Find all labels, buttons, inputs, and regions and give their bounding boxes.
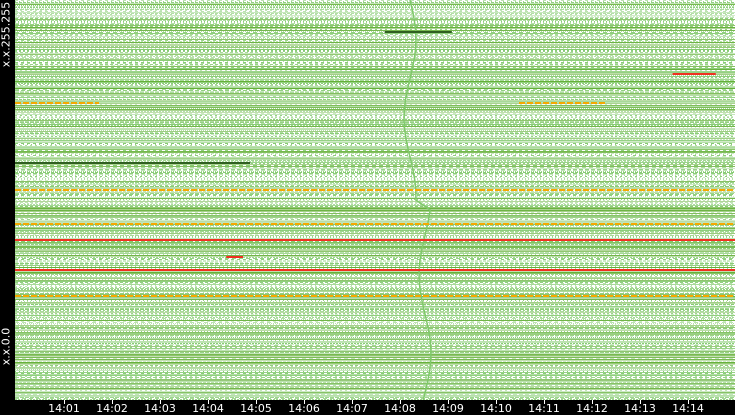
x-tick-label: 14:03 xyxy=(144,402,176,415)
x-tick-label: 14:08 xyxy=(384,402,416,415)
x-tick-label: 14:10 xyxy=(480,402,512,415)
x-tick-label: 14:14 xyxy=(672,402,704,415)
plot-area xyxy=(15,0,735,400)
y-label-top: x.x.255.255 xyxy=(0,1,13,68)
traffic-chart: x.x.255.255 x.x.0.0 14:01 14:02 14:03 14:04… xyxy=(0,0,735,415)
x-tick-label: 14:12 xyxy=(576,402,608,415)
x-tick-label: 14:05 xyxy=(240,402,272,415)
x-tick-label: 14:13 xyxy=(624,402,656,415)
y-label-bottom: x.x.0.0 xyxy=(0,327,13,366)
x-tick-label: 14:09 xyxy=(432,402,464,415)
x-tick-label: 14:04 xyxy=(192,402,224,415)
x-tick-label: 14:01 xyxy=(48,402,80,415)
x-tick-label: 14:02 xyxy=(96,402,128,415)
x-tick-label: 14:06 xyxy=(288,402,320,415)
x-tick-label: 14:11 xyxy=(528,402,560,415)
x-tick-label: 14:07 xyxy=(336,402,368,415)
